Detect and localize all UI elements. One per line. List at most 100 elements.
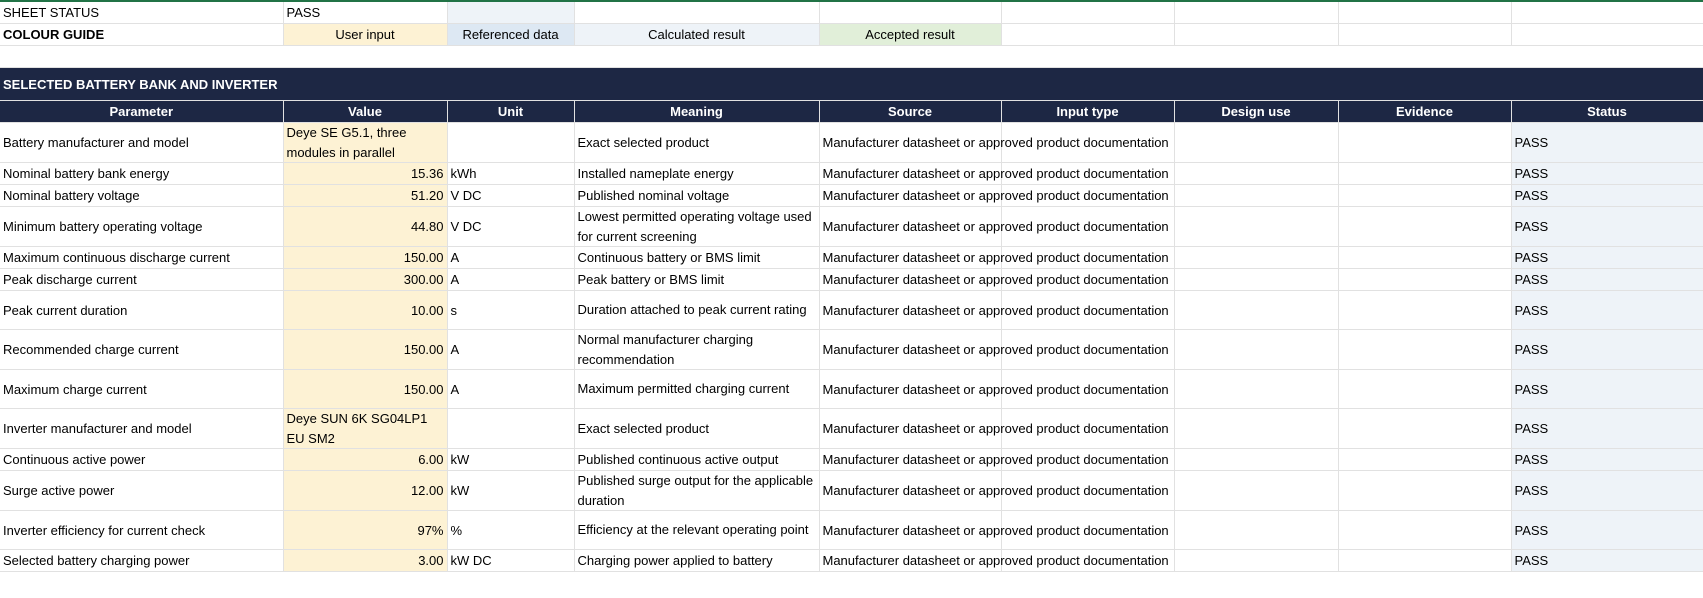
cell[interactable] <box>1001 2 1175 24</box>
status-cell[interactable]: PASS <box>1511 290 1703 330</box>
unit-cell[interactable]: kW <box>447 470 575 511</box>
unit-cell[interactable]: s <box>447 290 575 330</box>
unit-cell[interactable] <box>447 122 575 163</box>
unit-cell[interactable]: A <box>447 246 575 269</box>
value-cell[interactable]: 3.00 <box>283 549 448 572</box>
status-cell[interactable]: PASS <box>1511 369 1703 409</box>
meaning-cell[interactable]: Lowest permitted operating voltage used … <box>574 206 820 247</box>
status-cell[interactable]: PASS <box>1511 549 1703 572</box>
parameter-cell[interactable]: Minimum battery operating voltage <box>0 206 284 247</box>
source-cell[interactable]: Manufacturer datasheet or approved produ… <box>819 369 1169 409</box>
unit-cell[interactable]: kW DC <box>447 549 575 572</box>
parameter-cell[interactable]: Maximum continuous discharge current <box>0 246 284 269</box>
meaning-cell[interactable]: Charging power applied to battery <box>574 549 820 572</box>
evidence-cell[interactable] <box>1338 549 1512 572</box>
parameter-cell[interactable]: Nominal battery voltage <box>0 184 284 207</box>
value-cell[interactable]: 6.00 <box>283 448 448 471</box>
design-use-cell[interactable] <box>1174 162 1339 185</box>
parameter-cell[interactable]: Selected battery charging power <box>0 549 284 572</box>
value-cell[interactable]: 10.00 <box>283 290 448 330</box>
header-evidence[interactable]: Evidence <box>1338 100 1512 123</box>
parameter-cell[interactable]: Continuous active power <box>0 448 284 471</box>
meaning-cell[interactable]: Peak battery or BMS limit <box>574 268 820 291</box>
parameter-cell[interactable]: Maximum charge current <box>0 369 284 409</box>
header-design-use[interactable]: Design use <box>1174 100 1339 123</box>
evidence-cell[interactable] <box>1338 470 1512 511</box>
meaning-cell[interactable]: Exact selected product <box>574 408 820 449</box>
design-use-cell[interactable] <box>1174 408 1339 449</box>
value-cell[interactable]: 97% <box>283 510 448 550</box>
sheet-status-value[interactable]: PASS <box>283 2 448 24</box>
cell[interactable] <box>1174 2 1339 24</box>
design-use-cell[interactable] <box>1174 206 1339 247</box>
header-source[interactable]: Source <box>819 100 1002 123</box>
value-cell[interactable]: 150.00 <box>283 369 448 409</box>
value-cell[interactable]: 12.00 <box>283 470 448 511</box>
spreadsheet-grid[interactable]: SHEET STATUS PASS COLOUR GUIDE User inpu… <box>0 2 1703 572</box>
value-cell[interactable]: 51.20 <box>283 184 448 207</box>
design-use-cell[interactable] <box>1174 268 1339 291</box>
status-cell[interactable]: PASS <box>1511 206 1703 247</box>
meaning-cell[interactable]: Duration attached to peak current rating <box>574 290 820 330</box>
source-cell[interactable]: Manufacturer datasheet or approved produ… <box>819 329 1169 370</box>
status-cell[interactable]: PASS <box>1511 448 1703 471</box>
cell[interactable] <box>1338 23 1512 46</box>
status-cell[interactable]: PASS <box>1511 268 1703 291</box>
header-status[interactable]: Status <box>1511 100 1703 123</box>
cell[interactable] <box>1511 2 1703 24</box>
cell[interactable] <box>1174 23 1339 46</box>
status-cell[interactable]: PASS <box>1511 162 1703 185</box>
value-cell[interactable]: 150.00 <box>283 246 448 269</box>
source-cell[interactable]: Manufacturer datasheet or approved produ… <box>819 162 1169 185</box>
value-cell[interactable]: 300.00 <box>283 268 448 291</box>
parameter-cell[interactable]: Nominal battery bank energy <box>0 162 284 185</box>
source-cell[interactable]: Manufacturer datasheet or approved produ… <box>819 184 1169 207</box>
cell[interactable] <box>0 45 1703 68</box>
evidence-cell[interactable] <box>1338 184 1512 207</box>
evidence-cell[interactable] <box>1338 162 1512 185</box>
meaning-cell[interactable]: Published nominal voltage <box>574 184 820 207</box>
unit-cell[interactable]: V DC <box>447 184 575 207</box>
parameter-cell[interactable]: Inverter manufacturer and model <box>0 408 284 449</box>
design-use-cell[interactable] <box>1174 448 1339 471</box>
unit-cell[interactable]: A <box>447 329 575 370</box>
value-cell[interactable]: Deye SUN 6K SG04LP1 EU SM2 <box>283 408 448 449</box>
evidence-cell[interactable] <box>1338 329 1512 370</box>
design-use-cell[interactable] <box>1174 549 1339 572</box>
source-cell[interactable]: Manufacturer datasheet or approved produ… <box>819 510 1169 550</box>
unit-cell[interactable]: A <box>447 268 575 291</box>
source-cell[interactable]: Manufacturer datasheet or approved produ… <box>819 246 1169 269</box>
design-use-cell[interactable] <box>1174 290 1339 330</box>
evidence-cell[interactable] <box>1338 206 1512 247</box>
header-meaning[interactable]: Meaning <box>574 100 820 123</box>
meaning-cell[interactable]: Exact selected product <box>574 122 820 163</box>
parameter-cell[interactable]: Peak current duration <box>0 290 284 330</box>
unit-cell[interactable]: kWh <box>447 162 575 185</box>
parameter-cell[interactable]: Inverter efficiency for current check <box>0 510 284 550</box>
evidence-cell[interactable] <box>1338 246 1512 269</box>
legend-referenced-data[interactable]: Referenced data <box>447 23 575 46</box>
evidence-cell[interactable] <box>1338 268 1512 291</box>
cell[interactable] <box>819 2 1002 24</box>
cell[interactable] <box>1511 23 1703 46</box>
design-use-cell[interactable] <box>1174 470 1339 511</box>
evidence-cell[interactable] <box>1338 448 1512 471</box>
header-input-type[interactable]: Input type <box>1001 100 1175 123</box>
unit-cell[interactable] <box>447 408 575 449</box>
meaning-cell[interactable]: Published continuous active output <box>574 448 820 471</box>
meaning-cell[interactable]: Installed nameplate energy <box>574 162 820 185</box>
value-cell[interactable]: 44.80 <box>283 206 448 247</box>
cell[interactable] <box>1001 23 1175 46</box>
legend-accepted-result[interactable]: Accepted result <box>819 23 1002 46</box>
design-use-cell[interactable] <box>1174 329 1339 370</box>
source-cell[interactable]: Manufacturer datasheet or approved produ… <box>819 206 1169 247</box>
source-cell[interactable]: Manufacturer datasheet or approved produ… <box>819 470 1169 511</box>
header-parameter[interactable]: Parameter <box>0 100 284 123</box>
status-cell[interactable]: PASS <box>1511 122 1703 163</box>
parameter-cell[interactable]: Battery manufacturer and model <box>0 122 284 163</box>
header-unit[interactable]: Unit <box>447 100 575 123</box>
unit-cell[interactable]: kW <box>447 448 575 471</box>
parameter-cell[interactable]: Peak discharge current <box>0 268 284 291</box>
meaning-cell[interactable]: Efficiency at the relevant operating poi… <box>574 510 820 550</box>
sheet-status-blank[interactable] <box>447 2 575 24</box>
